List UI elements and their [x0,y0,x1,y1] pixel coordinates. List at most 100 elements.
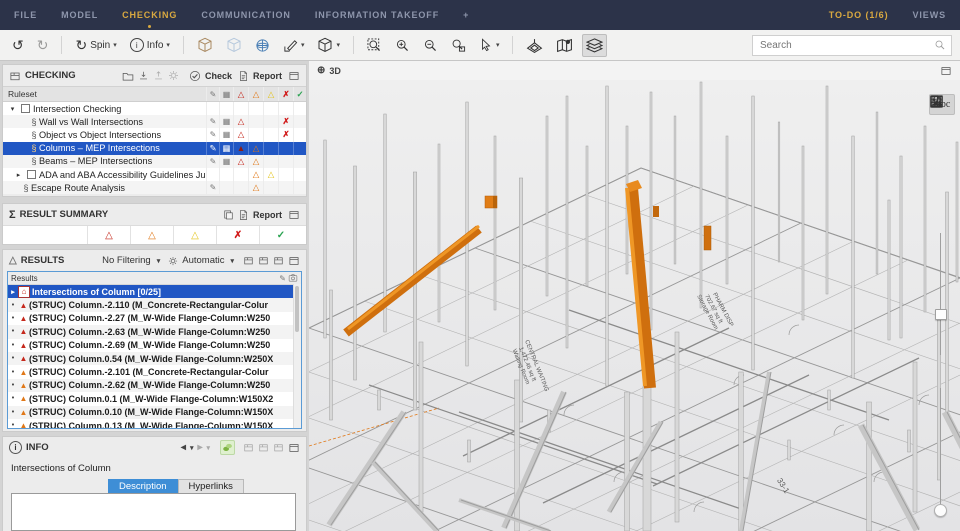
result-row[interactable]: •▲(STRUC) Column.-2.62 (M_W-Wide Flange-… [8,379,301,392]
expander-icon[interactable]: ▸ [8,288,18,296]
minimap-button[interactable] [552,34,577,57]
next-button[interactable]: ▸ [197,442,202,453]
rule-row[interactable]: § Escape Route Analysis ✎△ [3,181,306,194]
result-row[interactable]: •▲(STRUC) Column.0.10 (M_W-Wide Flange-C… [8,406,301,419]
result-row[interactable]: •▲(STRUC) Column.-2.110 (M_Concrete-Rect… [8,298,301,311]
summary-report-label[interactable]: Report [253,210,282,220]
section-slider-track[interactable] [940,233,941,355]
result-row[interactable]: •▲(STRUC) Column.0.13 (M_W-Wide Flange-C… [8,419,301,429]
copy-summary-button[interactable] [223,209,234,221]
package-1-button[interactable] [243,255,254,266]
results-float-button[interactable] [288,255,300,267]
severity-moderate-icon[interactable]: △ [130,226,173,244]
menu-communication[interactable]: COMMUNICATION [201,10,291,20]
checking-float-button[interactable] [288,70,300,82]
drawing-overlay-button[interactable] [929,152,955,173]
transparent-model-button[interactable] [251,35,274,56]
floor-levels-button[interactable] [582,34,607,57]
info-float-button[interactable] [288,442,300,454]
lock-view-button[interactable] [929,210,955,231]
edit-rule-icon[interactable]: ✎ [206,142,219,155]
zoom-window-button[interactable] [447,35,470,56]
attachment-1-button[interactable] [243,442,254,453]
search-input[interactable] [758,39,930,52]
result-row[interactable]: •▲(STRUC) Column.-2.101 (M_Concrete-Rect… [8,365,301,378]
check-label[interactable]: Check [205,71,232,81]
severity-critical-icon[interactable]: △ [87,226,130,244]
view-preset-button[interactable]: ▾ [313,34,344,56]
redo-button[interactable]: ↻ [33,35,53,55]
section-slider-handle[interactable] [935,309,947,320]
tab-hyperlinks[interactable]: Hyperlinks [178,479,244,494]
summary-report-button[interactable] [238,209,249,221]
edit-rule-icon[interactable]: ✎ [206,155,219,168]
menu-checking[interactable]: CHECKING [122,10,177,20]
result-row[interactable]: •▲(STRUC) Column.-2.27 (M_W-Wide Flange-… [8,312,301,325]
scrollbar-thumb[interactable] [295,286,299,332]
ruleset-group-row[interactable]: ▾ Intersection Checking [3,102,306,115]
severity-critical-icon[interactable]: △ [233,87,248,101]
tab-description[interactable]: Description [108,479,178,494]
rule-parameters-icon[interactable]: ▦ [219,87,233,101]
menu-views[interactable]: VIEWS [912,10,946,20]
rule-row[interactable]: § Beams – MEP Intersections ✎▦△△ [3,155,306,168]
package-2-button[interactable] [258,255,269,266]
grid-toggle-button[interactable] [929,123,955,144]
summary-float-button[interactable] [288,209,300,221]
pick-tool-button[interactable]: ▾ [475,35,504,55]
rule-row[interactable]: § Wall vs Wall Intersections ✎▦△✗ [3,115,306,128]
ruleset-settings-button[interactable] [168,70,179,81]
markup-tool-button[interactable]: ▾ [279,35,309,56]
next-caret-icon[interactable]: ▾ [206,444,210,452]
package-3-button[interactable] [273,255,284,266]
ruleset-checkbox[interactable] [27,170,36,179]
rejected-icon[interactable]: ✗ [216,226,259,244]
expander-icon[interactable]: ▾ [7,105,18,113]
result-row[interactable]: •▲(STRUC) Column.0.1 (M_W-Wide Flange-Co… [8,392,301,405]
3d-float-button[interactable] [940,65,952,77]
import-ruleset-button[interactable] [138,70,149,81]
edit-rule-icon[interactable]: ✎ [206,115,219,128]
menu-model[interactable]: MODEL [61,10,98,20]
zoom-fit-button[interactable] [363,35,386,56]
rule-row-selected[interactable]: § Columns – MEP Intersections ✎▦▲△ [3,142,306,155]
menu-add-tab[interactable]: + [463,10,469,20]
edit-rule-icon[interactable]: ✎ [206,181,219,194]
checking-report-label[interactable]: Report [253,71,282,81]
result-row[interactable]: •▲(STRUC) Column.0.54 (M_W-Wide Flange-C… [8,352,301,365]
severity-moderate-icon[interactable]: △ [248,87,263,101]
prev-button[interactable]: ◂ [181,442,186,453]
3d-viewport[interactable]: PHARM DISP702.67 sq ftStorage Room CENTR… [309,80,960,531]
description-textarea[interactable] [11,493,296,531]
zoom-out-button[interactable] [419,35,442,56]
open-ruleset-button[interactable] [122,70,134,82]
severity-low-icon[interactable]: △ [263,87,278,101]
section-plane-button[interactable] [522,34,547,57]
zoom-slider-track[interactable] [940,388,941,513]
attachment-3-button[interactable] [273,442,284,453]
export-ruleset-button[interactable] [153,70,164,81]
info-button[interactable]: i Info ▾ [126,35,174,55]
check-button[interactable] [189,70,201,82]
result-row[interactable]: •▲(STRUC) Column.-2.69 (M_W-Wide Flange-… [8,339,301,352]
result-category-row[interactable]: ▸ ⌂ Intersections of Column [0/25] [8,285,301,298]
ruleset-group-row[interactable]: ▸ ADA and ABA Accessibility Guidelines J… [3,168,306,181]
ruleset-checkbox[interactable] [21,104,30,113]
result-row[interactable]: •▲(STRUC) Column.-2.63 (M_W-Wide Flange-… [8,325,301,338]
results-mode-dropdown[interactable]: Automatic [182,255,224,266]
zoom-slider-handle[interactable] [934,504,947,517]
expander-icon[interactable]: ▸ [13,171,24,179]
results-filter-dropdown[interactable]: No Filtering [102,255,151,266]
rule-parameters-icon[interactable]: ▦ [219,128,233,141]
menu-file[interactable]: FILE [14,10,37,20]
rejected-icon[interactable]: ✗ [278,87,293,101]
linked-elements-button[interactable] [220,440,235,455]
accepted-icon[interactable]: ✓ [293,87,306,101]
spin-button[interactable]: ↻ Spin ▾ [71,35,120,55]
pdf-export-button[interactable] [929,181,955,202]
edit-result-icon[interactable]: ✎ [279,274,286,283]
zoom-in-button[interactable] [391,35,414,56]
menu-information-takeoff[interactable]: INFORMATION TAKEOFF [315,10,439,20]
rule-parameters-icon[interactable]: ▦ [219,142,233,155]
prev-caret-icon[interactable]: ▾ [190,444,194,452]
